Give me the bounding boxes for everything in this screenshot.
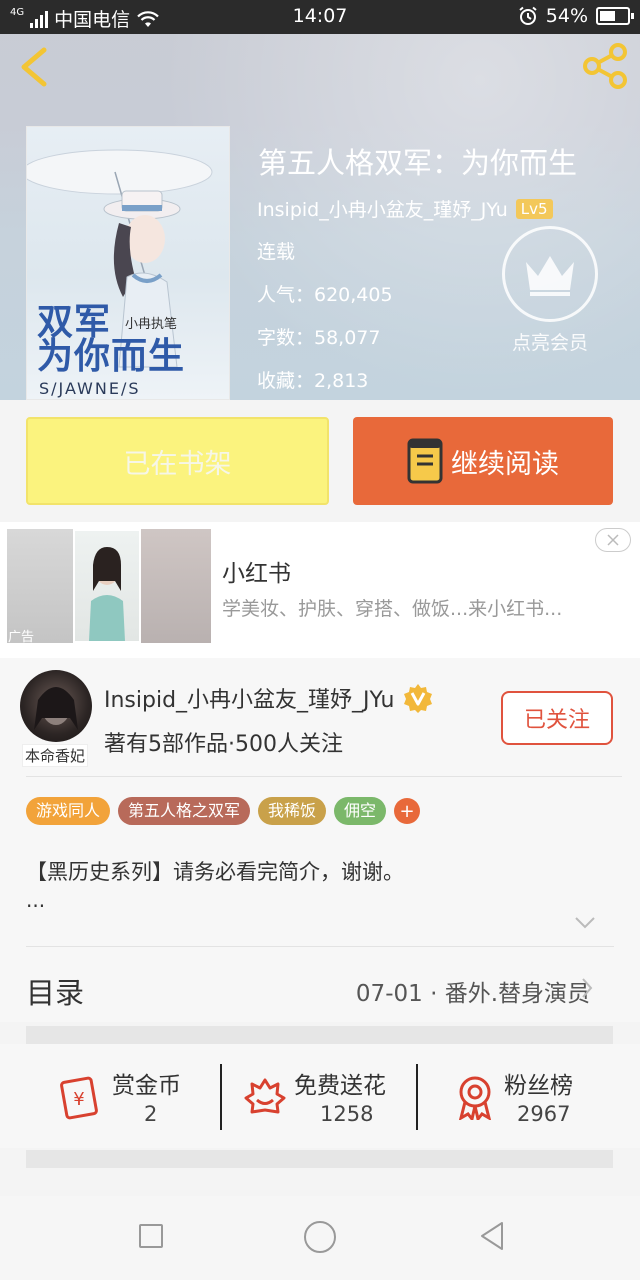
chevron-right-icon[interactable] — [580, 976, 594, 1000]
gift-label: 粉丝榜 — [504, 1073, 573, 1099]
gift-count: 2 — [144, 1102, 158, 1126]
gift-flower[interactable]: 免费送花 1258 — [222, 1044, 416, 1148]
crown-icon — [502, 226, 598, 322]
section-divider — [26, 1026, 613, 1044]
avatar-tag: 本命香妃 — [22, 744, 89, 767]
battery-percent: 54% — [545, 5, 588, 27]
gift-label: 赏金币 — [112, 1073, 181, 1099]
author-card-name[interactable]: Insipid_小冉小盆友_瑾妤_JYu — [104, 682, 394, 714]
continue-reading-button[interactable]: 继续阅读 — [353, 417, 613, 505]
word-count: 字数：58,077 — [257, 327, 381, 349]
tag-chip[interactable]: 第五人格之双军 — [118, 797, 251, 825]
level-badge: Lv5 — [515, 198, 553, 219]
medal-icon — [458, 1076, 492, 1120]
author-line[interactable]: Insipid_小冉小盆友_瑾妤_JYu Lv5 — [257, 195, 553, 222]
gift-count: 1258 — [320, 1102, 374, 1126]
author-name-row[interactable]: Insipid_小冉小盆友_瑾妤_JYu — [104, 682, 434, 714]
gift-coins[interactable]: ¥ 赏金币 2 — [0, 1044, 220, 1148]
status-bar: 4G 中国电信 14:07 54% — [0, 0, 640, 34]
tag-chip[interactable]: 佣空 — [334, 797, 387, 825]
tag-chip[interactable]: 我稀饭 — [258, 797, 327, 825]
back-icon[interactable] — [14, 44, 54, 90]
status-right: 54% — [518, 5, 634, 27]
book-header: 4G 中国电信 14:07 54% 双军 为你而生 小冉执笔 S/JAWNE/S… — [0, 0, 640, 400]
author-card: 本命香妃 Insipid_小冉小盆友_瑾妤_JYu 著有5部作品·500人关注 … — [0, 658, 640, 1022]
popularity: 人气：620,405 — [257, 284, 393, 306]
battery-icon — [596, 7, 634, 25]
flower-icon — [244, 1078, 286, 1114]
gift-label: 免费送花 — [294, 1073, 386, 1099]
divider — [26, 946, 614, 947]
ad-title: 小红书 — [222, 561, 291, 587]
author-name[interactable]: Insipid_小冉小盆友_瑾妤_JYu — [257, 195, 508, 222]
system-nav-bar — [0, 1196, 640, 1280]
avatar[interactable] — [20, 670, 92, 742]
author-stats: 著有5部作品·500人关注 — [104, 732, 343, 757]
home-icon[interactable] — [304, 1221, 336, 1253]
ad-description: 学美妆、护肤、穿搭、做饭...来小红书... — [222, 598, 563, 620]
divider — [26, 776, 622, 777]
book-cover[interactable]: 双军 为你而生 小冉执笔 S/JAWNE/S — [26, 126, 230, 400]
recent-apps-icon[interactable] — [139, 1224, 163, 1248]
toc-label[interactable]: 目录 — [26, 970, 84, 1012]
back-triangle-icon[interactable] — [478, 1220, 506, 1252]
cover-subtitle: S/JAWNE/S — [39, 379, 141, 398]
cover-author: 小冉执笔 — [125, 317, 178, 332]
chevron-down-icon[interactable] — [574, 916, 596, 930]
gift-row: ¥ 赏金币 2 免费送花 1258 粉丝榜 2967 — [0, 1044, 640, 1148]
verified-badge-icon — [404, 684, 433, 713]
ad-image — [141, 529, 211, 643]
alarm-icon — [519, 6, 537, 25]
vip-button[interactable]: 点亮会员 — [498, 226, 602, 366]
favorites: 收藏：2,813 — [257, 370, 369, 392]
shelf-button[interactable]: 已在书架 — [26, 417, 329, 505]
ad-tag: 广告 — [8, 630, 35, 645]
summary-ellipsis: ... — [26, 888, 46, 912]
vip-label: 点亮会员 — [511, 332, 588, 354]
tag-chip[interactable]: 游戏同人 — [26, 797, 111, 825]
ad-image — [73, 529, 141, 643]
follow-button[interactable]: 已关注 — [501, 691, 613, 745]
cover-title-line2: 为你而生 — [37, 335, 186, 377]
book-status: 连载 — [257, 241, 296, 263]
continue-reading-label: 继续阅读 — [451, 448, 559, 480]
ad-banner[interactable]: 广告 小红书 学美妆、护肤、穿搭、做饭...来小红书... — [0, 522, 640, 658]
gift-fans[interactable]: 粉丝榜 2967 — [418, 1044, 640, 1148]
add-tag-button[interactable]: + — [394, 798, 421, 824]
gift-count: 2967 — [517, 1102, 571, 1126]
book-icon — [407, 438, 443, 484]
svg-text:¥: ¥ — [73, 1089, 84, 1110]
share-icon[interactable] — [580, 40, 630, 92]
toc-latest-chapter[interactable]: 07-01 · 番外.替身演员 — [356, 974, 590, 1008]
action-bar: 已在书架 继续阅读 — [0, 400, 640, 522]
close-icon[interactable] — [595, 528, 631, 552]
tag-list: 游戏同人 第五人格之双军 我稀饭 佣空 + — [26, 797, 421, 825]
red-envelope-icon: ¥ — [60, 1076, 98, 1120]
book-title: 第五人格双军：为你而生 — [258, 146, 578, 180]
section-divider — [26, 1150, 613, 1168]
book-summary: 【黑历史系列】请务必看完简介，谢谢。 — [26, 860, 404, 884]
